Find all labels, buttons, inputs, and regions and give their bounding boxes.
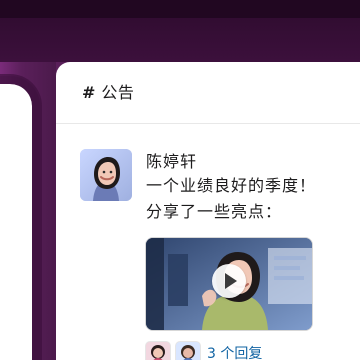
thread-avatar-2-image	[176, 342, 200, 360]
thread-avatar-1-image	[146, 342, 170, 360]
thread-avatar-2	[175, 341, 201, 360]
message-line-2: 分享了一些亮点：	[146, 202, 283, 221]
message-line-1: 一个业绩良好的季度！	[146, 176, 317, 195]
author-avatar-image	[80, 149, 132, 201]
channel-header: # 公告	[56, 62, 360, 124]
video-attachment[interactable]	[145, 237, 313, 331]
channel-name[interactable]: 公告	[101, 84, 134, 101]
message-item: 陈婷轩 一个业绩良好的季度！ 分享了一些亮点： 3 个回复	[80, 149, 350, 360]
play-icon	[224, 273, 237, 289]
author-name[interactable]: 陈婷轩	[146, 151, 346, 173]
channel-window: # 公告 陈婷轩 一个业绩良好的季度！ 分享了一些亮点： 3 个回复	[56, 62, 360, 360]
top-bar-strip	[0, 0, 360, 18]
thread-replies-link[interactable]: 3 个回复	[207, 342, 262, 360]
app-shell: # 公告 陈婷轩 一个业绩良好的季度！ 分享了一些亮点： 3 个回复	[0, 0, 360, 360]
left-card	[0, 84, 32, 360]
channel-hash: #	[82, 82, 96, 102]
play-button[interactable]	[212, 264, 246, 298]
thread-avatars	[145, 341, 201, 360]
author-avatar[interactable]	[80, 149, 132, 201]
thread-avatar-1	[145, 341, 171, 360]
message-body: 陈婷轩 一个业绩良好的季度！ 分享了一些亮点：	[146, 151, 346, 225]
thread-summary[interactable]: 3 个回复	[145, 341, 262, 360]
top-bar	[0, 0, 360, 62]
